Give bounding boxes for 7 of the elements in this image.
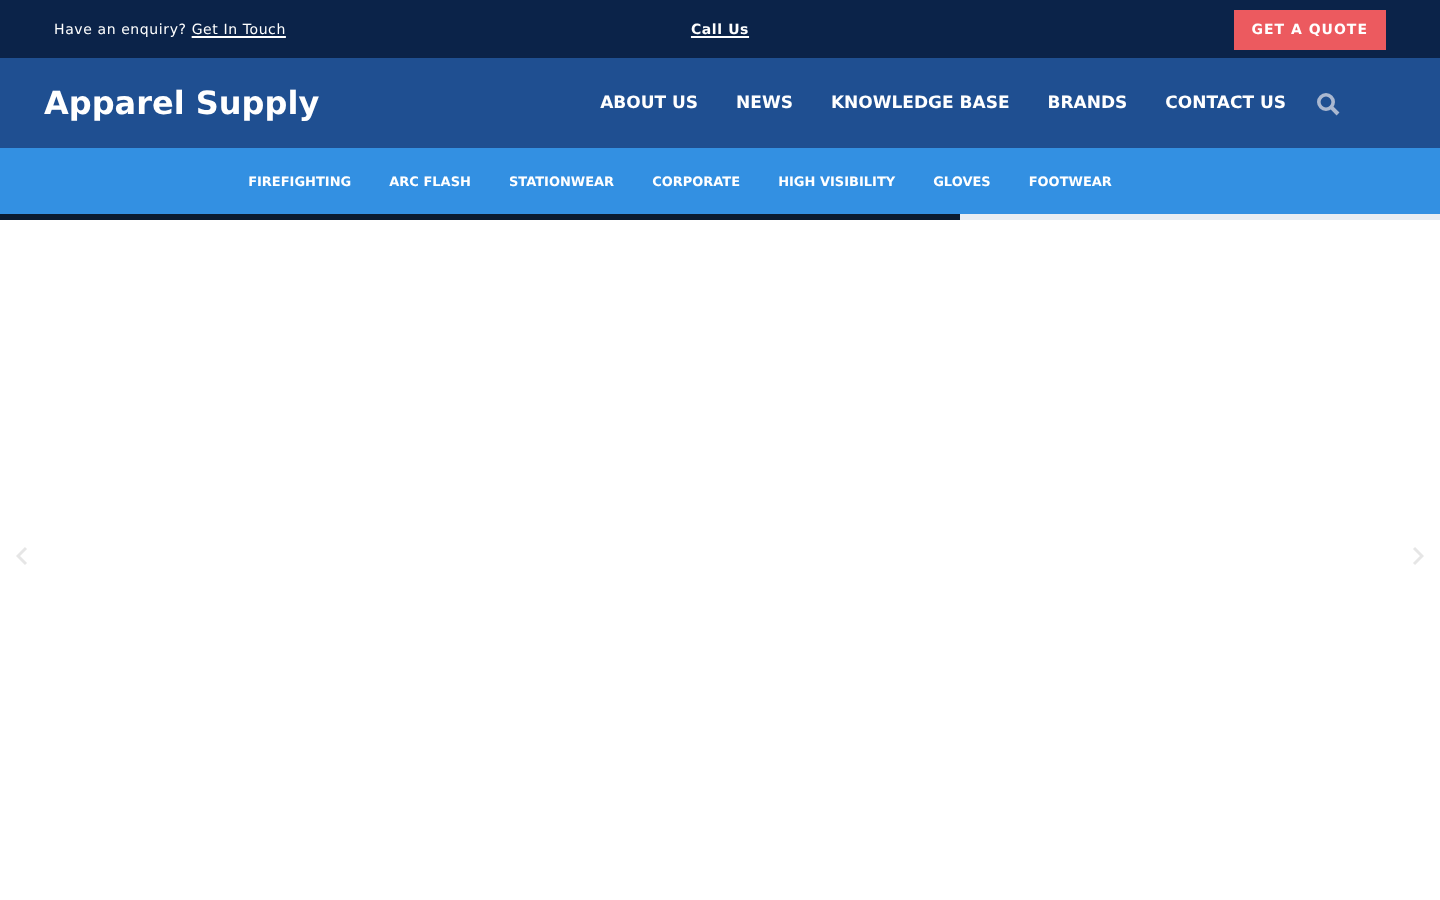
nav-link[interactable]: CONTACT US <box>1165 93 1286 113</box>
nav-link[interactable]: NEWS <box>736 93 793 113</box>
nav-link[interactable]: BRANDS <box>1047 93 1128 113</box>
nav-link[interactable]: KNOWLEDGE BASE <box>830 93 1010 113</box>
search-icon[interactable] <box>1316 91 1340 115</box>
nav-link[interactable]: ABOUT US <box>600 93 699 113</box>
logo[interactable]: Apparel Supply <box>44 84 601 122</box>
